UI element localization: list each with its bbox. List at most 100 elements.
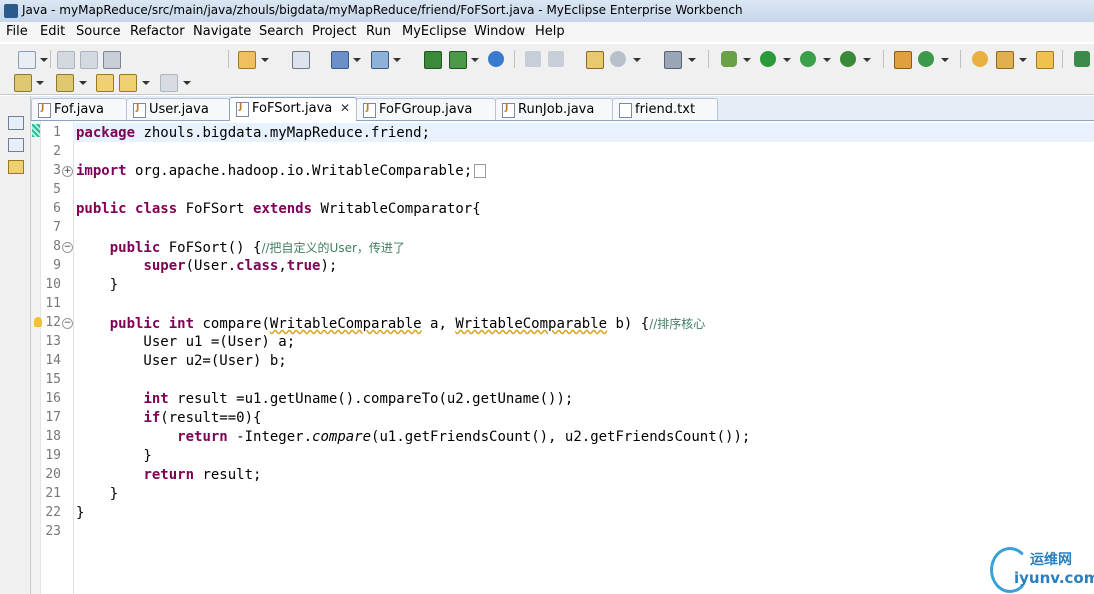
close-icon[interactable]: ✕ — [340, 101, 350, 115]
new-project-icon[interactable] — [238, 51, 256, 69]
back-icon[interactable] — [119, 74, 137, 92]
open-browser-icon[interactable] — [610, 51, 626, 67]
save-all-icon[interactable] — [80, 51, 98, 69]
tab-fof-java[interactable]: Fof.java — [31, 98, 127, 120]
perspective-icon[interactable] — [1074, 51, 1090, 67]
last-edit-icon[interactable] — [96, 74, 114, 92]
menu-project[interactable]: Project — [312, 24, 356, 39]
menu-source[interactable]: Source — [76, 24, 121, 39]
outline-icon[interactable] — [8, 138, 24, 152]
new-java-icon[interactable] — [918, 51, 934, 67]
open-perspective-icon[interactable] — [972, 51, 988, 67]
run-server-icon[interactable] — [424, 51, 442, 69]
code-line: 17 if(result==0){ — [31, 408, 1094, 427]
coverage-icon[interactable] — [840, 51, 856, 67]
server-dropdown-icon[interactable] — [471, 58, 479, 62]
toolbar-separator — [1062, 50, 1063, 68]
menu-navigate[interactable]: Navigate — [193, 24, 251, 39]
debug-deploy-icon[interactable] — [331, 51, 349, 69]
menu-window[interactable]: Window — [474, 24, 525, 39]
menu-search[interactable]: Search — [259, 24, 304, 39]
disabled-tool-icon — [525, 51, 541, 67]
camera-dropdown-icon[interactable] — [688, 58, 696, 62]
search-tool-dropdown-icon[interactable] — [393, 58, 401, 62]
watermark-en-text: iyunv.com — [1014, 569, 1094, 587]
expand-fold-icon[interactable]: + — [62, 166, 73, 177]
disabled-tool-icon — [548, 51, 564, 67]
server-icon[interactable] — [292, 51, 310, 69]
print-icon[interactable] — [103, 51, 121, 69]
code-text: super(User.class,true); — [143, 258, 338, 274]
tab-label: Fof.java — [54, 102, 104, 117]
run-dropdown-icon[interactable] — [783, 58, 791, 62]
camera-icon[interactable] — [664, 51, 682, 69]
code-text: if(result==0){ — [143, 410, 262, 426]
prev-annotation-dropdown-icon[interactable] — [79, 81, 87, 85]
run-icon[interactable] — [760, 51, 776, 67]
new-class-icon[interactable] — [894, 51, 912, 69]
menu-help[interactable]: Help — [535, 24, 565, 39]
new-java-dropdown-icon[interactable] — [941, 58, 949, 62]
collapse-fold-icon[interactable]: − — [62, 318, 73, 329]
watermark-logo: 运维网 iyunv.com — [990, 545, 1094, 593]
tab-runjob-java[interactable]: RunJob.java — [495, 98, 613, 120]
debug-dropdown-icon[interactable] — [743, 58, 751, 62]
code-line: 2 — [31, 142, 1094, 161]
code-line: 13 User u1 =(User) a; — [31, 332, 1094, 351]
menu-bar: File Edit Source Refactor Navigate Searc… — [0, 22, 1094, 42]
folded-imports-icon[interactable] — [474, 164, 487, 178]
tab-label: RunJob.java — [518, 102, 595, 117]
browser-dropdown-icon[interactable] — [633, 58, 641, 62]
debug-icon[interactable] — [721, 51, 737, 67]
globe-icon[interactable] — [488, 51, 504, 67]
menu-file[interactable]: File — [6, 24, 28, 39]
tab-fofsort-java[interactable]: FoFSort.java ✕ — [229, 97, 357, 121]
toolbar-separator — [50, 50, 51, 68]
line-number: 6 — [53, 201, 61, 216]
code-editor[interactable]: 1 package zhouls.bigdata.myMapReduce.fri… — [31, 121, 1094, 594]
menu-refactor[interactable]: Refactor — [130, 24, 185, 39]
server-start-icon[interactable] — [449, 51, 467, 69]
tab-friend-txt[interactable]: friend.txt — [612, 98, 718, 120]
tab-fofgroup-java[interactable]: FoFGroup.java — [356, 98, 496, 120]
prev-annotation-icon[interactable] — [56, 74, 74, 92]
line-number: 9 — [53, 258, 61, 273]
search-tool-icon[interactable] — [371, 51, 389, 69]
package-explorer-icon[interactable] — [8, 160, 24, 174]
code-text: User u2=(User) b; — [76, 353, 287, 369]
collapse-fold-icon[interactable]: − — [62, 242, 73, 253]
code-line: 6 public class FoFSort extends WritableC… — [31, 199, 1094, 218]
code-text: return result; — [143, 467, 262, 483]
menu-edit[interactable]: Edit — [40, 24, 65, 39]
tools-icon[interactable] — [996, 51, 1014, 69]
restore-icon[interactable] — [8, 116, 24, 130]
run-external-dropdown-icon[interactable] — [823, 58, 831, 62]
open-folder-icon[interactable] — [1036, 51, 1054, 69]
forward-dropdown-icon[interactable] — [183, 81, 191, 85]
new-icon[interactable] — [18, 51, 36, 69]
back-dropdown-icon[interactable] — [142, 81, 150, 85]
code-line: 16 int result =u1.getUname().compareTo(u… — [31, 389, 1094, 408]
next-annotation-icon[interactable] — [14, 74, 32, 92]
save-icon[interactable] — [57, 51, 75, 69]
line-number: 2 — [53, 144, 61, 159]
menu-run[interactable]: Run — [366, 24, 391, 39]
tab-user-java[interactable]: User.java — [126, 98, 230, 120]
new-project-dropdown-icon[interactable] — [261, 58, 269, 62]
text-file-icon — [619, 103, 632, 118]
new-dropdown-icon[interactable] — [40, 58, 48, 62]
editor-tab-bar: Fof.java User.java FoFSort.java ✕ FoFGro… — [31, 96, 1094, 121]
tools-dropdown-icon[interactable] — [1019, 58, 1027, 62]
code-text: } — [76, 486, 119, 502]
line-number: 18 — [45, 429, 61, 444]
code-text: } — [76, 277, 119, 293]
run-external-icon[interactable] — [800, 51, 816, 67]
main-toolbar — [0, 44, 1094, 95]
coverage-dropdown-icon[interactable] — [863, 58, 871, 62]
next-annotation-dropdown-icon[interactable] — [36, 81, 44, 85]
forward-icon[interactable] — [160, 74, 178, 92]
line-number: 7 — [53, 220, 61, 235]
deploy-dropdown-icon[interactable] — [353, 58, 361, 62]
open-type-icon[interactable] — [586, 51, 604, 69]
menu-myeclipse[interactable]: MyEclipse — [402, 24, 467, 39]
